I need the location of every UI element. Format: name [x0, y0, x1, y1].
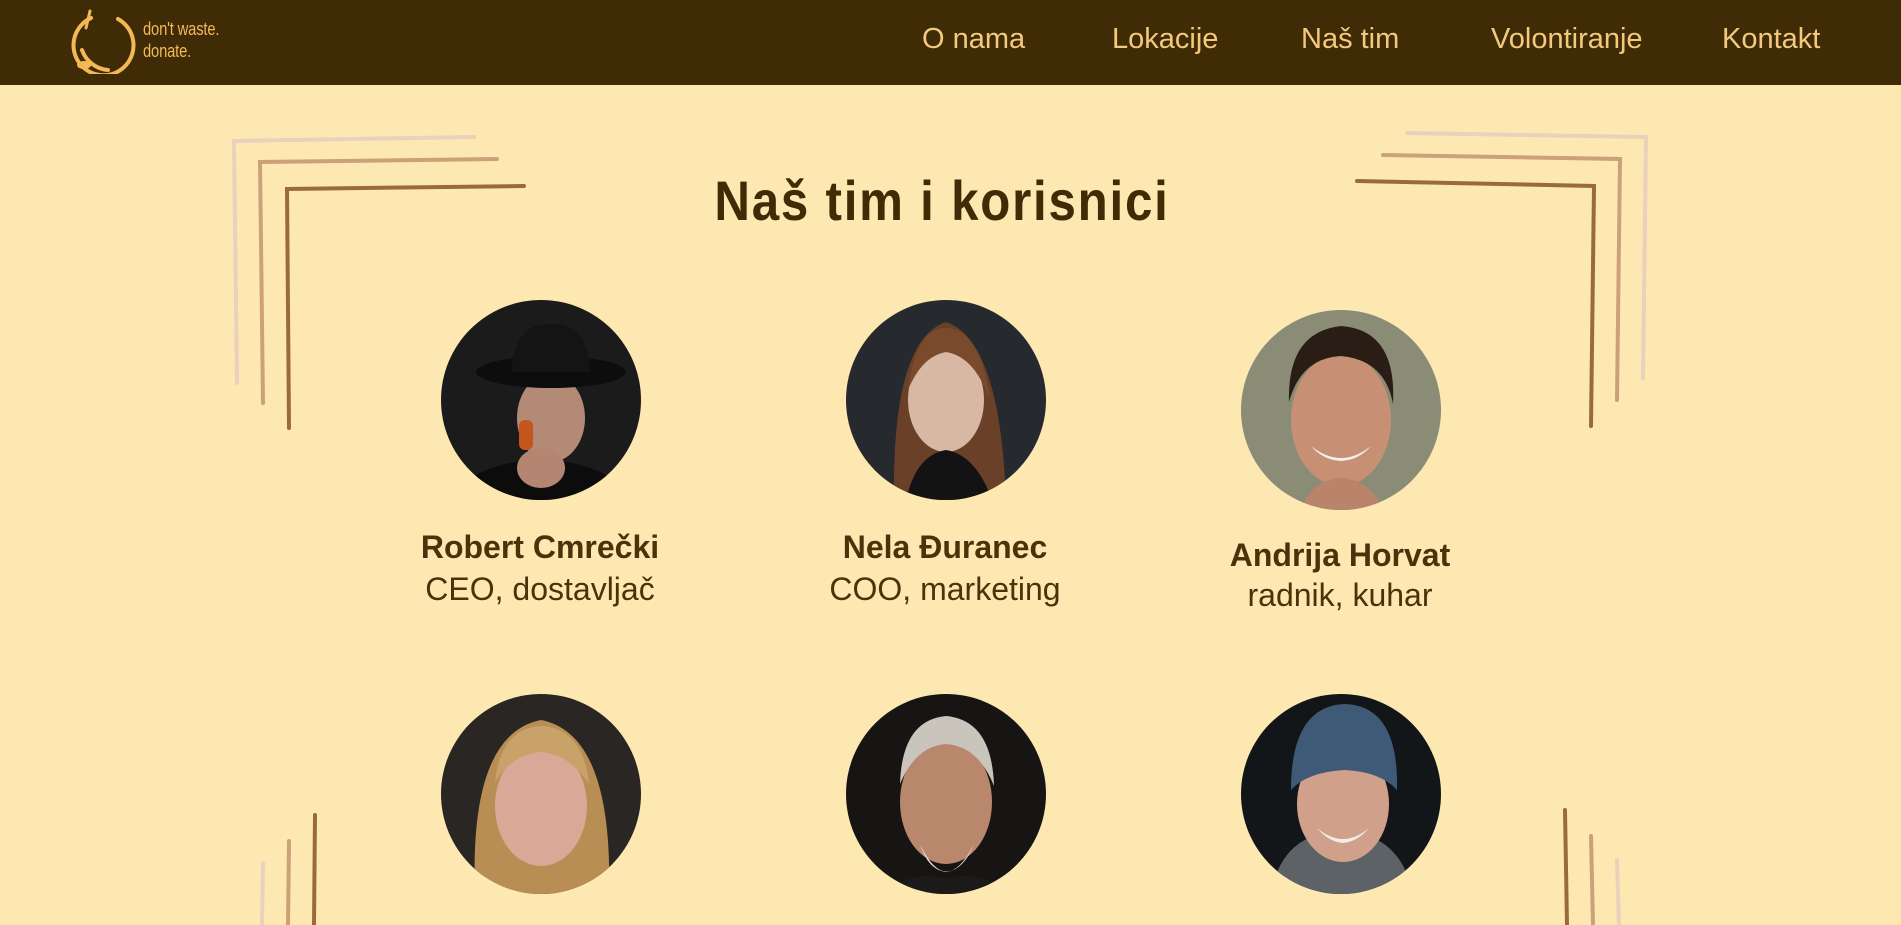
- avatar: [846, 300, 1046, 500]
- avatar: [846, 694, 1046, 894]
- avatar: [1241, 694, 1441, 894]
- member-name: Nela Đuranec: [842, 529, 1048, 565]
- member-role: CEO, dostavljač: [425, 571, 655, 607]
- member-role: radnik, kuhar: [1247, 577, 1433, 613]
- avatar: [441, 300, 641, 500]
- member-role: COO, marketing: [829, 571, 1061, 607]
- page-title: Naš tim i korisnici: [714, 169, 1170, 232]
- member-name: Robert Cmrečki: [420, 529, 660, 565]
- avatar: [441, 694, 641, 894]
- avatar: [1241, 310, 1441, 510]
- member-name: Andrija Horvat: [1229, 537, 1451, 573]
